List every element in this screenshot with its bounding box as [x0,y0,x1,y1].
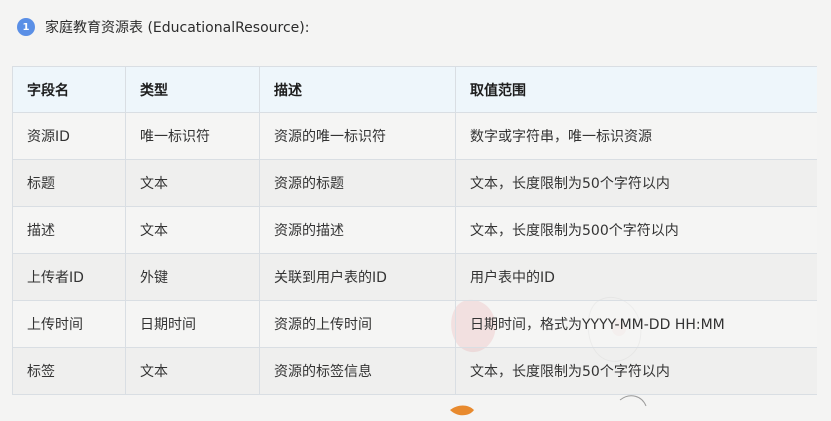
table-row: 资源ID 唯一标识符 资源的唯一标识符 数字或字符串，唯一标识资源 [12,112,817,160]
cell-type: 文本 [125,206,260,254]
cell-field-name: 标签 [12,347,126,395]
cell-value-range: 日期时间，格式为YYYY-MM-DD HH:MM [455,300,817,348]
section-title: 家庭教育资源表 (EducationalResource): [45,20,310,36]
resource-table-wrapper: 字段名 类型 描述 取值范围 资源ID 唯一标识符 资源的唯一标识符 数字或字符… [12,66,817,406]
header-value-range: 取值范围 [455,66,817,113]
cell-description: 资源的标题 [259,159,456,207]
cell-description: 资源的标签信息 [259,347,456,395]
cell-value-range: 文本，长度限制为500个字符以内 [455,206,817,254]
section-heading: 1 家庭教育资源表 (EducationalResource): [17,15,309,39]
table-row: 描述 文本 资源的描述 文本，长度限制为500个字符以内 [12,206,817,254]
cell-field-name: 描述 [12,206,126,254]
number-badge: 1 [17,18,35,36]
cell-value-range: 文本，长度限制为50个字符以内 [455,347,817,395]
cell-field-name: 上传时间 [12,300,126,348]
cell-type: 唯一标识符 [125,112,260,160]
cell-description: 资源的描述 [259,206,456,254]
header-description: 描述 [259,66,456,113]
cell-field-name: 上传者ID [12,253,126,301]
cell-description: 资源的唯一标识符 [259,112,456,160]
cell-type: 文本 [125,159,260,207]
table-row: 上传者ID 外键 关联到用户表的ID 用户表中的ID [12,253,817,301]
cell-type: 文本 [125,347,260,395]
table-row: 标签 文本 资源的标签信息 文本，长度限制为50个字符以内 [12,347,817,395]
cell-field-name: 标题 [12,159,126,207]
header-type: 类型 [125,66,260,113]
cell-description: 资源的上传时间 [259,300,456,348]
table-row: 标题 文本 资源的标题 文本，长度限制为50个字符以内 [12,159,817,207]
cell-field-name: 资源ID [12,112,126,160]
cell-description: 关联到用户表的ID [259,253,456,301]
cell-value-range: 数字或字符串，唯一标识资源 [455,112,817,160]
cell-type: 日期时间 [125,300,260,348]
educational-resource-table: 字段名 类型 描述 取值范围 资源ID 唯一标识符 资源的唯一标识符 数字或字符… [12,66,817,395]
cell-value-range: 用户表中的ID [455,253,817,301]
table-header-row: 字段名 类型 描述 取值范围 [12,66,817,113]
cell-value-range: 文本，长度限制为50个字符以内 [455,159,817,207]
header-field-name: 字段名 [12,66,126,113]
table-row: 上传时间 日期时间 资源的上传时间 日期时间，格式为YYYY-MM-DD HH:… [12,300,817,348]
cell-type: 外键 [125,253,260,301]
